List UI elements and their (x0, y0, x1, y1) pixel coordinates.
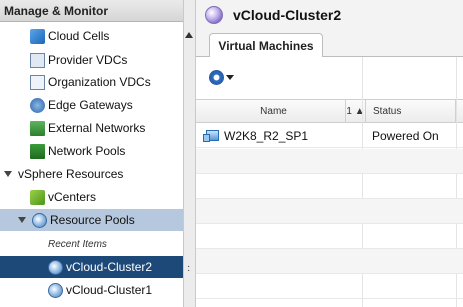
recent-item-label: vCloud-Cluster1 (66, 283, 153, 297)
splitter-grip-icon[interactable]: · · (187, 262, 190, 276)
table-row (196, 224, 463, 249)
nav-item-label: vCenters (48, 190, 97, 204)
vm-name: W2K8_R2_SP1 (224, 128, 309, 143)
actions-menu-button[interactable] (209, 70, 234, 85)
nav-item-label: Organization VDCs (48, 75, 151, 89)
tab-virtual-machines[interactable]: Virtual Machines (209, 33, 323, 58)
recent-items-label: Recent Items (48, 238, 107, 250)
cloud-cells-icon (30, 28, 45, 44)
column-header-sort[interactable]: 1 ▲ (346, 100, 366, 122)
nav-item-label: External Networks (48, 121, 146, 135)
nav-item-label: Resource Pools (50, 213, 135, 227)
vm-status: Powered On (372, 128, 439, 143)
grid-header: Name 1 ▲ Status (196, 99, 463, 123)
recent-item-vcloud-cluster1[interactable]: vCloud-Cluster1 (48, 279, 152, 301)
column-header-name[interactable]: Name (196, 100, 346, 122)
table-row[interactable]: W2K8_R2_SP1 Powered On (196, 123, 463, 148)
nav-item-resource-pools[interactable]: Resource Pools (0, 209, 183, 231)
nav-item-provider-vdcs[interactable]: Provider VDCs (30, 49, 127, 71)
nav-item-label: Cloud Cells (48, 29, 110, 43)
nav-item-network-pools[interactable]: Network Pools (30, 140, 125, 162)
organization-vdc-icon (30, 74, 45, 90)
resource-pool-icon (32, 212, 47, 228)
column-header-status[interactable]: Status (366, 100, 456, 122)
vcenter-icon (30, 189, 45, 205)
nav-item-label: Provider VDCs (48, 53, 128, 67)
table-row (196, 174, 463, 199)
provider-vdc-icon (30, 52, 45, 68)
table-row (196, 149, 463, 174)
nav-item-cloud-cells[interactable]: Cloud Cells (30, 25, 109, 47)
panel-header: Manage & Monitor (0, 0, 183, 22)
recent-item-vcloud-cluster2[interactable]: vCloud-Cluster2 (0, 256, 183, 278)
resource-pool-icon (48, 282, 63, 298)
section-label: vSphere Resources (18, 167, 124, 181)
table-row (196, 199, 463, 224)
table-row (196, 274, 463, 299)
scroll-up-arrow-icon[interactable] (184, 30, 194, 40)
external-network-icon (30, 120, 45, 136)
nav-item-label: Edge Gateways (48, 98, 133, 112)
virtual-machine-icon (203, 130, 219, 142)
expand-triangle-icon[interactable] (18, 217, 26, 223)
detail-panel: vCloud-Cluster2 Virtual Machines Name 1 … (196, 0, 463, 307)
tab-strip: Virtual Machines (196, 31, 463, 58)
chevron-down-icon (226, 75, 234, 80)
left-navigation-panel: Manage & Monitor Cloud Cells Provider VD… (0, 0, 183, 307)
nav-item-edge-gateways[interactable]: Edge Gateways (30, 94, 133, 116)
tab-content: Name 1 ▲ Status W2K8_R2_SP1 Powered On (196, 57, 463, 307)
recent-item-label: vCloud-Cluster2 (66, 260, 153, 274)
toolbar (196, 57, 463, 99)
vm-name-cell: W2K8_R2_SP1 (203, 123, 309, 148)
page-title: vCloud-Cluster2 (233, 7, 342, 23)
resource-pool-icon (205, 6, 223, 24)
nav-item-external-networks[interactable]: External Networks (30, 117, 145, 139)
nav-section-vsphere-resources[interactable]: vSphere Resources (4, 163, 123, 185)
expand-triangle-icon[interactable] (4, 171, 12, 177)
nav-item-organization-vdcs[interactable]: Organization VDCs (30, 71, 151, 93)
nav-item-label: Network Pools (48, 144, 126, 158)
gear-icon (209, 70, 224, 85)
resource-pool-icon (48, 259, 63, 275)
table-row (196, 249, 463, 274)
detail-header: vCloud-Cluster2 (196, 0, 463, 30)
network-pool-icon (30, 143, 45, 159)
nav-item-vcenters[interactable]: vCenters (30, 186, 96, 208)
edge-gateway-icon (30, 97, 45, 113)
